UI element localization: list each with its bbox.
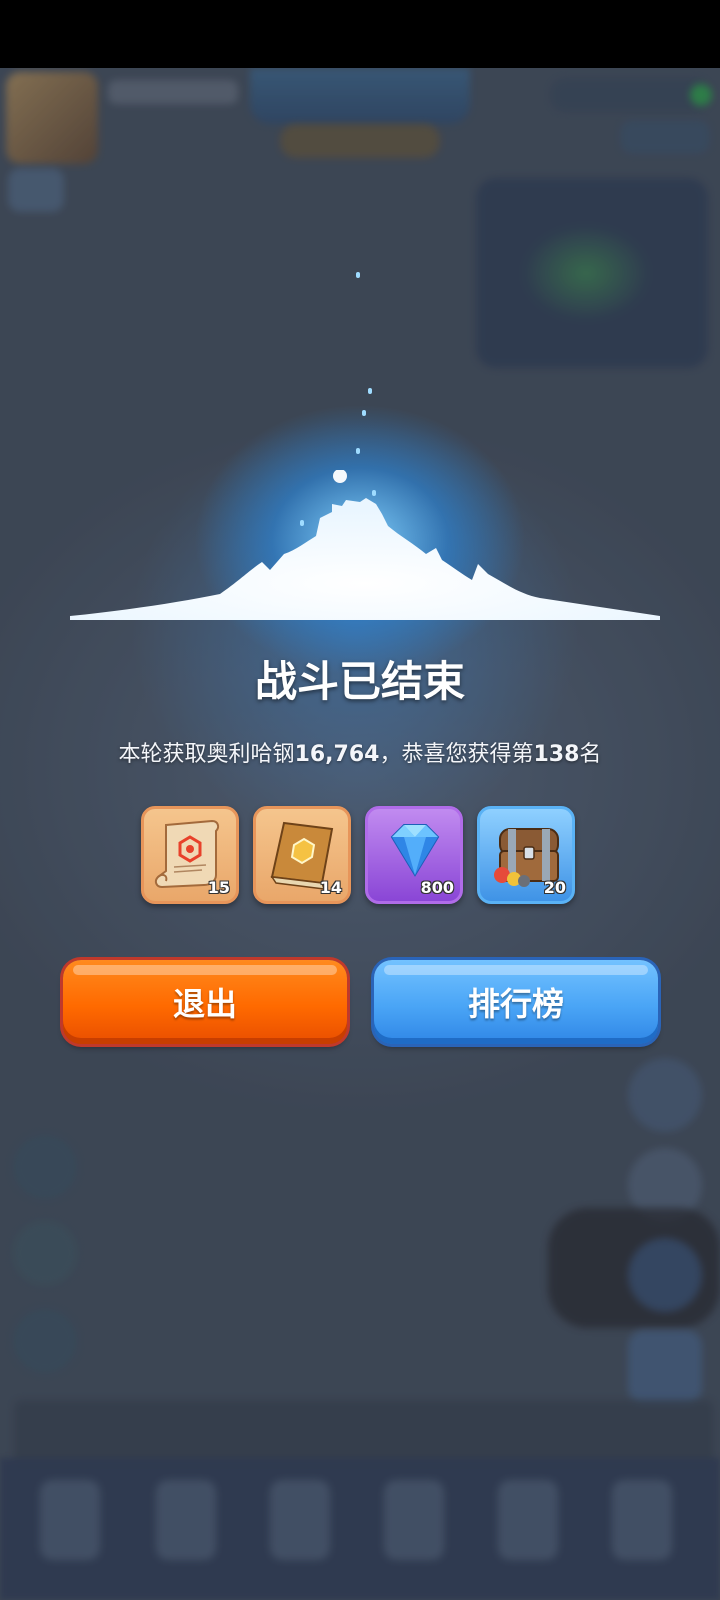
exit-button-label: 退出: [172, 985, 237, 1023]
sparkle-particle: [368, 388, 372, 394]
reward-count: 14: [319, 878, 342, 897]
button-shine: [73, 965, 337, 975]
result-middle: ，恭喜您获得第: [379, 742, 534, 767]
leaderboard-button-label: 排行榜: [467, 985, 564, 1023]
sparkle-particle: [356, 448, 360, 454]
reward-item-chest[interactable]: 20: [477, 806, 575, 904]
reward-list: 15 14 800 20: [141, 806, 581, 906]
result-suffix: 名: [579, 742, 602, 767]
reward-count: 20: [543, 878, 566, 897]
castle-silhouette-icon: [70, 470, 660, 620]
result-amount: 16,764: [294, 742, 380, 767]
reward-item-diamond[interactable]: 800: [365, 806, 463, 904]
result-text: 本轮获取奥利哈钢16,764，恭喜您获得第138名: [0, 736, 720, 768]
status-bar: [0, 0, 720, 68]
result-rank: 138: [533, 742, 580, 767]
reward-count: 800: [420, 878, 454, 897]
reward-count: 15: [207, 878, 230, 897]
dialog-title: 战斗已结束: [254, 657, 465, 706]
button-shine: [384, 965, 648, 975]
reward-item-book[interactable]: 14: [253, 806, 351, 904]
exit-button[interactable]: 退出: [63, 960, 347, 1044]
sparkle-particle: [362, 410, 366, 416]
reward-item-scroll[interactable]: 15: [141, 806, 239, 904]
result-prefix: 本轮获取奥利哈钢: [118, 742, 295, 767]
sparkle-particle: [356, 272, 360, 278]
leaderboard-button[interactable]: 排行榜: [374, 960, 658, 1044]
